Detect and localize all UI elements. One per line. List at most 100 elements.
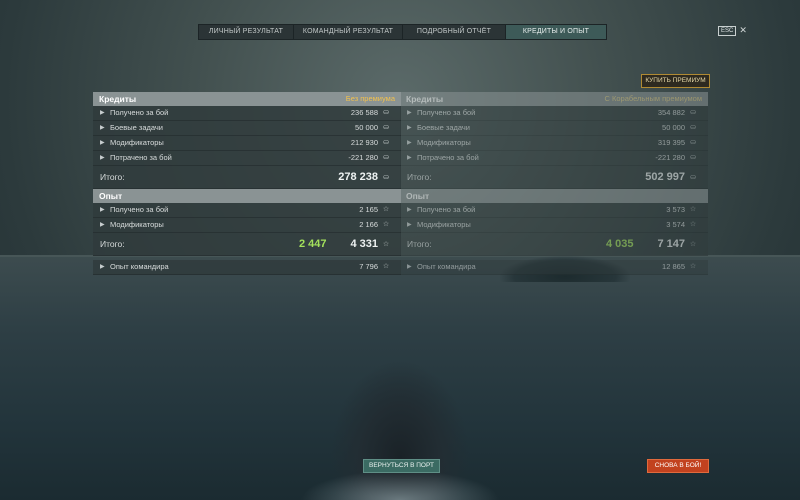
total-label: Итого: — [100, 172, 125, 182]
credit-row-missions[interactable]: ▶ Боевые задачи 50 000 ⛀ — [400, 121, 708, 136]
coin-icon: ⛀ — [690, 109, 696, 116]
row-label: Модификаторы — [417, 220, 471, 229]
tab-team-result[interactable]: КОМАНДНЫЙ РЕЗУЛЬТАТ — [294, 25, 403, 39]
arrow-right-icon: ▶ — [100, 207, 105, 213]
esc-key-icon: ESC — [718, 25, 737, 36]
row-value: 3 574 — [666, 220, 685, 229]
xp-title: Опыт — [406, 191, 430, 201]
star-icon: ☆ — [689, 221, 697, 228]
premium-tag: С Корабельным премиумом — [604, 94, 702, 103]
credits-total-value: 278 238 — [338, 171, 378, 183]
coin-icon: ⛀ — [690, 174, 696, 181]
arrow-right-icon: ▶ — [407, 264, 412, 270]
xp-header: Опыт — [400, 189, 708, 203]
row-label: Получено за бой — [110, 108, 169, 117]
tab-credits-xp[interactable]: КРЕДИТЫ И ОПЫТ — [506, 25, 606, 39]
xp-total-row: Итого: 2 447 4 331 ☆ — [93, 233, 401, 256]
arrow-right-icon: ▶ — [100, 222, 105, 228]
coin-icon: ⛀ — [383, 124, 389, 131]
xp-row-earned[interactable]: ▶ Получено за бой 2 165 ☆ — [93, 203, 401, 218]
star-icon: ☆ — [382, 263, 390, 270]
row-label: Боевые задачи — [417, 123, 470, 132]
row-value: 354 882 — [657, 108, 685, 117]
buy-premium-button[interactable]: КУПИТЬ ПРЕМИУМ — [641, 74, 710, 88]
xp-total-value: 4 331 — [350, 238, 378, 250]
xp-row-modifiers[interactable]: ▶ Модификаторы 3 574 ☆ — [400, 218, 708, 233]
credit-row-spent[interactable]: ▶ Потрачено за бой -221 280 ⛀ — [400, 151, 708, 166]
xp-title: Опыт — [99, 191, 123, 201]
star-icon: ☆ — [689, 241, 697, 248]
free-xp-value: 2 447 — [298, 238, 327, 250]
credit-row-spent[interactable]: ▶ Потрачено за бой -221 280 ⛀ — [93, 151, 401, 166]
no-premium-tag: Без премиума — [345, 94, 395, 103]
credits-total-row: Итого: 502 997 ⛀ — [400, 166, 708, 189]
coin-icon: ⛀ — [690, 124, 696, 131]
arrow-right-icon: ▶ — [407, 207, 412, 213]
xp-total-value: 7 147 — [657, 238, 685, 250]
credits-total-value: 502 997 — [645, 171, 685, 183]
arrow-right-icon: ▶ — [407, 222, 412, 228]
return-to-port-button[interactable]: ВЕРНУТЬСЯ В ПОРТ — [363, 459, 440, 473]
coin-icon: ⛀ — [383, 139, 389, 146]
star-icon: ☆ — [382, 241, 390, 248]
arrow-right-icon: ▶ — [100, 125, 105, 131]
no-premium-panel: Кредиты Без премиума ▶ Получено за бой 2… — [93, 92, 401, 275]
coin-icon: ⛀ — [383, 174, 389, 181]
arrow-right-icon: ▶ — [100, 110, 105, 116]
xp-row-earned[interactable]: ▶ Получено за бой 3 573 ☆ — [400, 203, 708, 218]
row-value: 319 395 — [657, 138, 685, 147]
coin-icon: ⛀ — [383, 154, 389, 161]
row-value: -221 280 — [655, 153, 685, 162]
star-icon: ☆ — [689, 263, 697, 270]
row-label: Модификаторы — [417, 138, 471, 147]
arrow-right-icon: ▶ — [407, 125, 412, 131]
star-icon: ☆ — [382, 206, 390, 213]
row-label: Получено за бой — [417, 205, 476, 214]
row-label: Получено за бой — [110, 205, 169, 214]
row-value: 212 930 — [350, 138, 378, 147]
row-label: Получено за бой — [417, 108, 476, 117]
credit-row-earned[interactable]: ▶ Получено за бой 236 588 ⛀ — [93, 106, 401, 121]
total-label: Итого: — [407, 239, 432, 249]
ship-wake — [300, 470, 500, 500]
row-value: 2 165 — [359, 205, 378, 214]
credits-title: Кредиты — [99, 94, 137, 104]
credits-header: Кредиты С Корабельным премиумом — [400, 92, 708, 106]
credit-row-missions[interactable]: ▶ Боевые задачи 50 000 ⛀ — [93, 121, 401, 136]
row-label: Опыт командира — [110, 262, 169, 271]
row-value: -221 280 — [348, 153, 378, 162]
row-value: 12 865 — [662, 262, 685, 271]
commander-xp-row[interactable]: ▶ Опыт командира 12 865 ☆ — [400, 260, 708, 275]
esc-close[interactable]: ESC ✕ — [718, 25, 747, 36]
row-value: 236 588 — [350, 108, 378, 117]
commander-xp-row[interactable]: ▶ Опыт командира 7 796 ☆ — [93, 260, 401, 275]
xp-total-row: Итого: 4 035 7 147 ☆ — [400, 233, 708, 256]
row-label: Опыт командира — [417, 262, 476, 271]
xp-header: Опыт — [93, 189, 401, 203]
row-value: 7 796 — [359, 262, 378, 271]
credits-total-row: Итого: 278 238 ⛀ — [93, 166, 401, 189]
row-value: 2 166 — [359, 220, 378, 229]
star-icon: ☆ — [382, 221, 390, 228]
row-value: 3 573 — [666, 205, 685, 214]
close-icon[interactable]: ✕ — [739, 25, 747, 36]
battle-again-button[interactable]: СНОВА В БОЙ! — [647, 459, 709, 473]
total-label: Итого: — [100, 239, 125, 249]
arrow-right-icon: ▶ — [100, 155, 105, 161]
coin-icon: ⛀ — [690, 154, 696, 161]
tab-detailed-report[interactable]: ПОДРОБНЫЙ ОТЧЁТ — [403, 25, 506, 39]
credit-row-earned[interactable]: ▶ Получено за бой 354 882 ⛀ — [400, 106, 708, 121]
row-label: Модификаторы — [110, 138, 164, 147]
credits-header: Кредиты Без премиума — [93, 92, 401, 106]
tab-personal-result[interactable]: ЛИЧНЫЙ РЕЗУЛЬТАТ — [199, 25, 294, 39]
row-label: Потрачено за бой — [110, 153, 172, 162]
credit-row-modifiers[interactable]: ▶ Модификаторы 212 930 ⛀ — [93, 136, 401, 151]
xp-row-modifiers[interactable]: ▶ Модификаторы 2 166 ☆ — [93, 218, 401, 233]
arrow-right-icon: ▶ — [100, 264, 105, 270]
arrow-right-icon: ▶ — [100, 140, 105, 146]
arrow-right-icon: ▶ — [407, 140, 412, 146]
credit-row-modifiers[interactable]: ▶ Модификаторы 319 395 ⛀ — [400, 136, 708, 151]
row-value: 50 000 — [662, 123, 685, 132]
row-label: Боевые задачи — [110, 123, 163, 132]
star-icon: ☆ — [689, 206, 697, 213]
